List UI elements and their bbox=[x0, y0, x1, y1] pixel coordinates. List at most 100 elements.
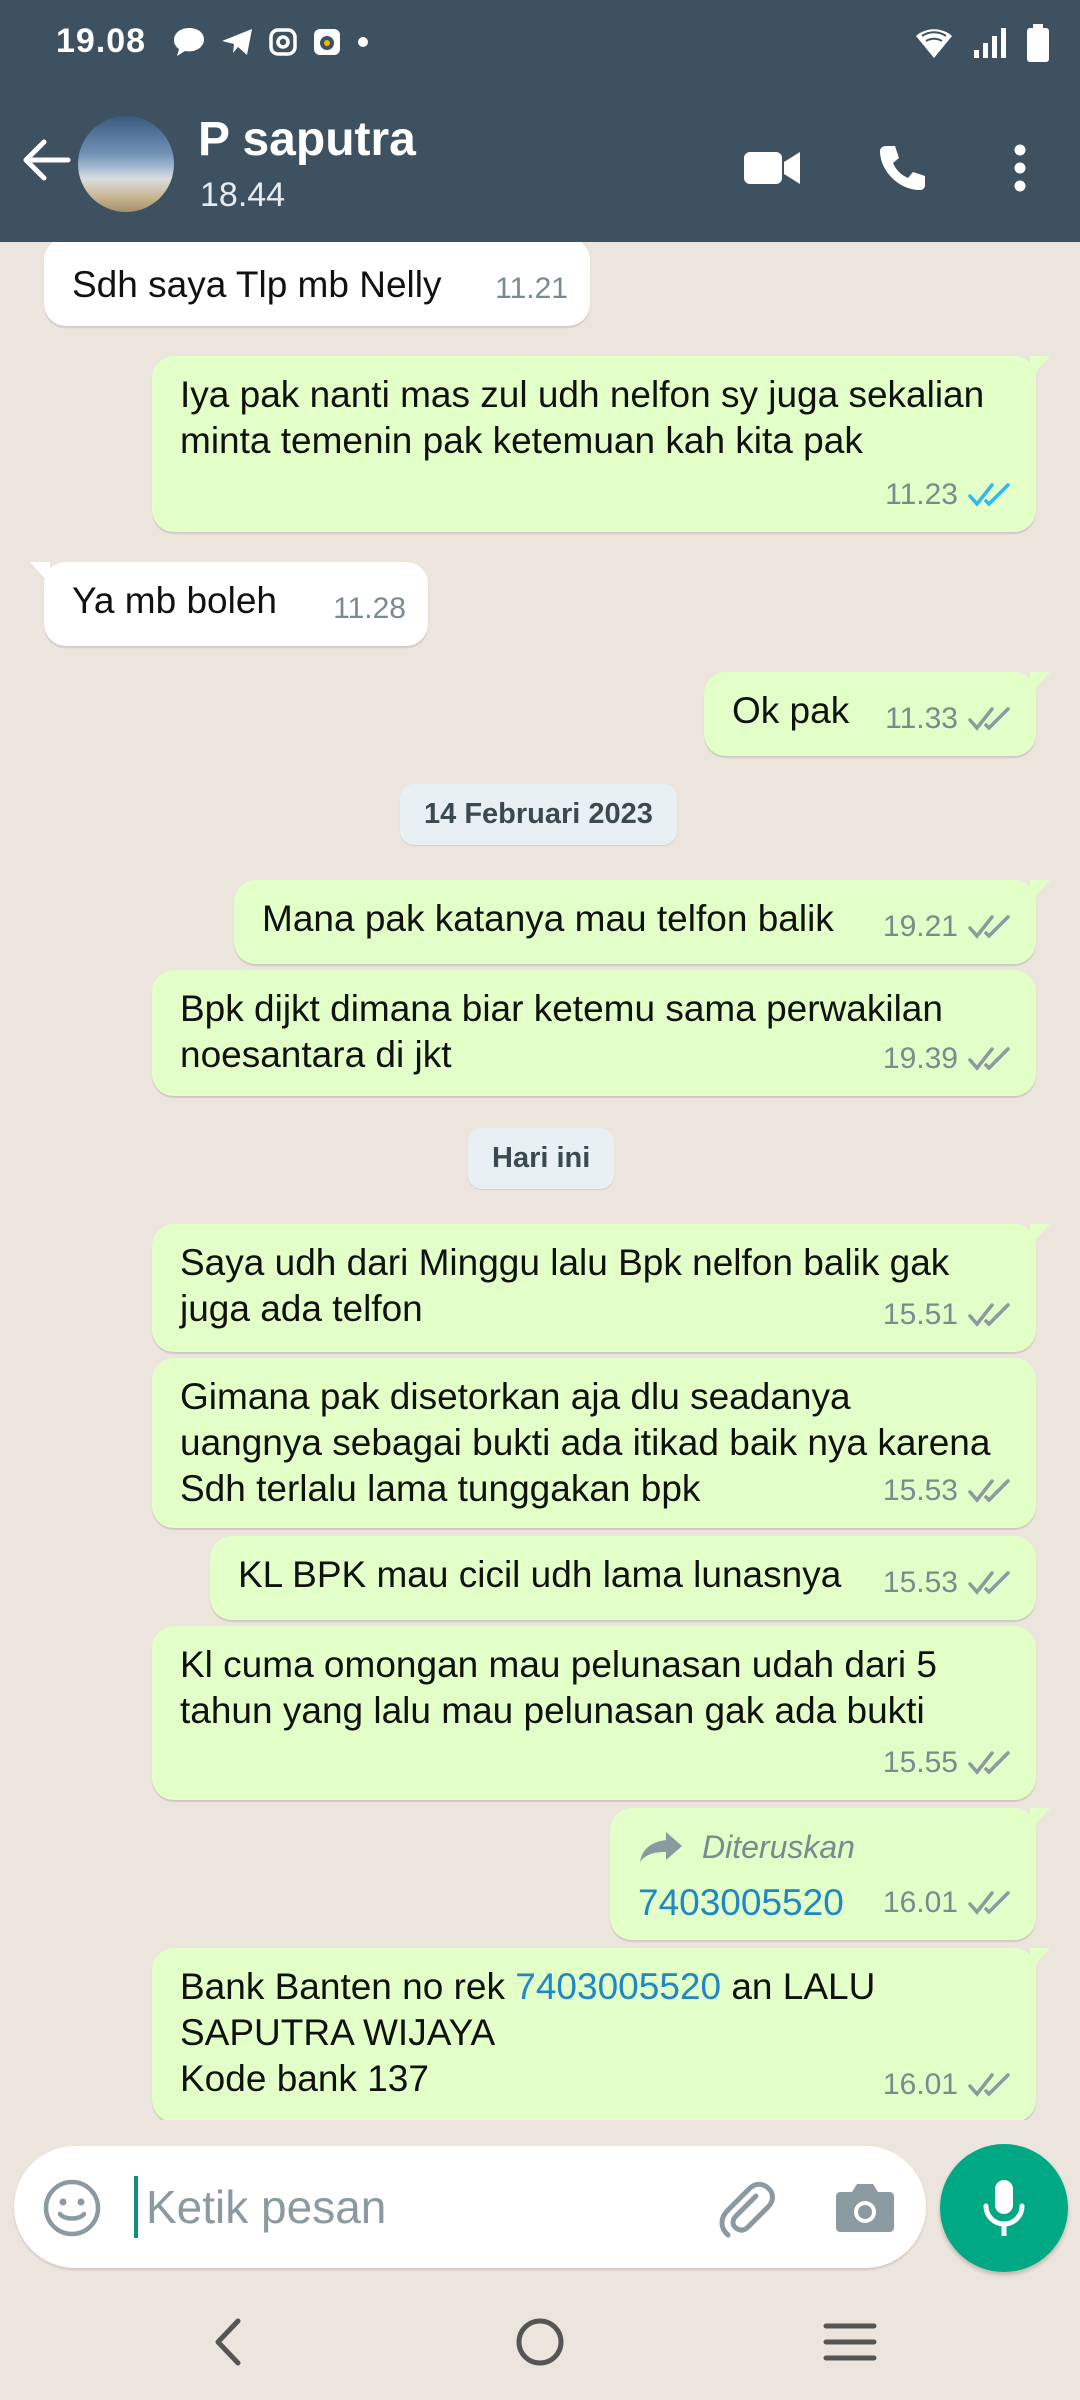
message-outgoing[interactable]: Gimana pak disetorkan aja dlu seadanya u… bbox=[152, 1358, 1036, 1528]
forwarded-label: Diteruskan bbox=[638, 1824, 1012, 1870]
message-meta: 11.23 bbox=[885, 472, 1014, 518]
message-outgoing[interactable]: Bpk dijkt dimana biar ketemu sama perwak… bbox=[152, 970, 1036, 1096]
message-text: Bank Banten no rek 7403005520 an LALU bbox=[180, 1964, 1012, 2010]
message-outgoing[interactable]: Saya udh dari Minggu lalu Bpk nelfon bal… bbox=[152, 1224, 1050, 1352]
back-button[interactable] bbox=[16, 130, 76, 190]
message-time: 19.21 bbox=[882, 910, 958, 943]
message-outgoing[interactable]: Kl cuma omongan mau pelunasan udah dari … bbox=[152, 1626, 1036, 1800]
message-time: 11.28 bbox=[333, 592, 406, 625]
status-time: 19.08 bbox=[56, 22, 147, 60]
nav-recents-button[interactable] bbox=[818, 2310, 882, 2374]
message-outgoing[interactable]: KL BPK mau cicil udh lama lunasnya 15.53 bbox=[210, 1536, 1036, 1620]
emoji-button[interactable] bbox=[42, 2178, 102, 2238]
read-double-tick-icon bbox=[968, 483, 1010, 507]
system-navigation-bar bbox=[0, 2280, 1080, 2400]
delivered-double-tick-icon bbox=[968, 1303, 1010, 1327]
more-notifications-dot-icon bbox=[356, 35, 370, 54]
phone-icon bbox=[880, 146, 925, 190]
delivered-double-tick-icon bbox=[968, 1479, 1010, 1503]
instagram-icon bbox=[268, 27, 298, 62]
forward-arrow-icon bbox=[640, 1832, 682, 1862]
last-seen: 18.44 bbox=[200, 176, 286, 214]
message-text: Kl cuma omongan mau pelunasan udah dari … bbox=[180, 1644, 937, 1731]
message-incoming[interactable]: Ya mb boleh 11.28 bbox=[30, 562, 428, 646]
message-list[interactable]: Sdh saya Tlp mb Nelly 11.21 Iya pak nant… bbox=[0, 242, 1080, 2120]
forwarded-text: Diteruskan bbox=[702, 1829, 855, 1865]
delivered-double-tick-icon bbox=[968, 1571, 1010, 1595]
delivered-double-tick-icon bbox=[968, 1751, 1010, 1775]
message-time: 11.33 bbox=[885, 702, 958, 735]
account-number-link[interactable]: 7403005520 bbox=[515, 1966, 721, 2007]
message-time: 15.53 bbox=[882, 1474, 958, 1507]
message-meta: 15.55 bbox=[883, 1740, 1014, 1786]
message-text: Saya udh dari Minggu lalu Bpk nelfon bal… bbox=[180, 1242, 950, 1329]
camera-icon bbox=[836, 2184, 894, 2232]
message-time: 16.01 bbox=[882, 2068, 958, 2101]
camera-button[interactable] bbox=[834, 2180, 896, 2236]
more-options-button[interactable] bbox=[988, 136, 1052, 200]
message-meta: 15.51 bbox=[883, 1292, 1014, 1338]
paperclip-icon bbox=[719, 2181, 775, 2238]
message-text-line: SAPUTRA WIJAYA bbox=[180, 2012, 496, 2053]
delivered-double-tick-icon bbox=[968, 707, 1010, 731]
message-meta: 11.21 bbox=[495, 266, 568, 312]
date-divider: 14 Februari 2023 bbox=[400, 784, 677, 845]
date-divider: Hari ini bbox=[468, 1128, 615, 1189]
signal-icon bbox=[972, 26, 1008, 65]
message-meta: 19.39 bbox=[883, 1036, 1014, 1082]
video-call-button[interactable] bbox=[740, 136, 804, 200]
message-incoming[interactable]: Sdh saya Tlp mb Nelly 11.21 bbox=[44, 242, 590, 326]
message-outgoing[interactable]: Mana pak katanya mau telfon balik 19.21 bbox=[234, 880, 1050, 964]
message-text-part: Bank Banten no rek bbox=[180, 1966, 516, 2007]
battery-icon bbox=[1026, 24, 1050, 67]
app-notification-icon bbox=[312, 27, 342, 62]
nav-home-button[interactable] bbox=[508, 2310, 572, 2374]
message-time: 15.53 bbox=[882, 1566, 958, 1599]
message-outgoing[interactable]: Iya pak nanti mas zul udh nelfon sy juga… bbox=[152, 356, 1050, 532]
notification-icons bbox=[172, 26, 370, 63]
message-text: Bpk dijkt dimana biar ketemu sama perwak… bbox=[180, 988, 943, 1075]
more-vert-icon bbox=[1014, 144, 1026, 192]
message-outgoing[interactable]: Bank Banten no rek 7403005520 an LALU SA… bbox=[152, 1948, 1050, 2120]
message-meta: 16.01 bbox=[883, 2062, 1014, 2108]
message-meta: 15.53 bbox=[883, 1560, 1014, 1606]
nav-back-icon bbox=[215, 2318, 241, 2366]
message-time: 15.55 bbox=[882, 1746, 958, 1779]
microphone-icon bbox=[983, 2180, 1025, 2236]
delivered-double-tick-icon bbox=[968, 1047, 1010, 1071]
delivered-double-tick-icon bbox=[968, 915, 1010, 939]
message-time: 16.01 bbox=[882, 1886, 958, 1919]
voice-message-button[interactable] bbox=[940, 2144, 1068, 2272]
message-forwarded[interactable]: Diteruskan 7403005520 16.01 bbox=[610, 1808, 1050, 1940]
contact-name[interactable]: P saputra bbox=[198, 112, 416, 167]
message-time: 11.21 bbox=[495, 272, 568, 305]
voice-call-button[interactable] bbox=[870, 136, 934, 200]
system-icons bbox=[914, 24, 1050, 67]
message-input[interactable] bbox=[134, 2176, 694, 2238]
message-meta: 15.53 bbox=[883, 1468, 1014, 1514]
status-bar: 19.08 bbox=[0, 0, 1080, 86]
message-time: 11.23 bbox=[885, 478, 958, 511]
message-text-part: an LALU bbox=[721, 1966, 876, 2007]
back-arrow-icon bbox=[23, 139, 71, 181]
chat-notification-icon bbox=[172, 26, 206, 63]
message-meta: 11.28 bbox=[333, 586, 406, 632]
message-text: Iya pak nanti mas zul udh nelfon sy juga… bbox=[180, 374, 985, 461]
contact-avatar[interactable] bbox=[78, 116, 174, 212]
emoji-icon bbox=[43, 2179, 101, 2237]
message-time: 15.51 bbox=[882, 1298, 958, 1331]
attach-button[interactable] bbox=[714, 2176, 778, 2240]
message-text: Gimana pak disetorkan aja dlu seadanya u… bbox=[180, 1376, 991, 1509]
message-time: 19.39 bbox=[882, 1042, 958, 1075]
message-outgoing[interactable]: Ok pak 11.33 bbox=[704, 672, 1050, 756]
chat-header: P saputra 18.44 bbox=[0, 86, 1080, 242]
message-meta: 11.33 bbox=[885, 696, 1014, 742]
delivered-double-tick-icon bbox=[968, 1891, 1010, 1915]
message-meta: 16.01 bbox=[883, 1880, 1014, 1926]
wifi-icon bbox=[914, 26, 954, 65]
delivered-double-tick-icon bbox=[968, 2073, 1010, 2097]
message-text: Sdh saya Tlp mb Nelly bbox=[72, 264, 442, 305]
nav-back-button[interactable] bbox=[196, 2310, 260, 2374]
compose-bar bbox=[14, 2146, 926, 2268]
telegram-icon bbox=[220, 26, 254, 63]
